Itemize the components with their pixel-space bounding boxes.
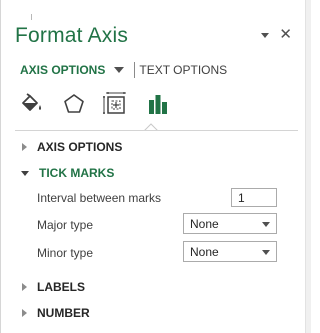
major-type-label: Major type: [37, 218, 94, 232]
effects-button[interactable]: [53, 90, 95, 118]
category-icon-row: [15, 90, 179, 118]
section-number[interactable]: NUMBER: [22, 306, 90, 320]
minor-type-label: Minor type: [37, 246, 94, 260]
divider-line: [31, 14, 32, 20]
pane-title: Format Axis: [15, 24, 129, 47]
tab-text-options[interactable]: TEXT OPTIONS: [139, 63, 227, 77]
divider-line: [15, 130, 298, 131]
tab-axis-options[interactable]: AXIS OPTIONS: [20, 63, 134, 77]
pane-options-chevron-icon[interactable]: [261, 33, 270, 38]
section-labels[interactable]: LABELS: [22, 280, 85, 294]
close-icon[interactable]: ✕: [279, 27, 292, 42]
section-axis-options[interactable]: AXIS OPTIONS: [22, 140, 122, 154]
tab-separator: [134, 62, 136, 78]
axis-options-button[interactable]: [137, 90, 179, 118]
section-label: TICK MARKS: [39, 166, 115, 180]
size-properties-icon: [103, 92, 126, 114]
expand-caret-icon: [22, 143, 27, 151]
expand-caret-icon: [22, 309, 27, 317]
fill-line-button[interactable]: [15, 90, 53, 118]
chevron-down-icon[interactable]: [114, 67, 125, 73]
options-tabs: AXIS OPTIONS TEXT OPTIONS: [20, 62, 227, 78]
major-type-select[interactable]: None: [183, 213, 277, 234]
section-label: LABELS: [37, 280, 85, 294]
bar-chart-icon: [149, 95, 167, 114]
format-axis-pane: Format Axis ✕ AXIS OPTIONS TEXT OPTIONS: [0, 0, 306, 333]
minor-type-select[interactable]: None: [183, 241, 277, 262]
scrollbar[interactable]: [305, 0, 311, 333]
pane-title-actions: ✕: [261, 27, 292, 42]
interval-between-marks-input[interactable]: [231, 188, 277, 207]
major-type-value: None: [190, 217, 219, 231]
chevron-down-icon: [262, 222, 270, 227]
collapse-caret-icon: [21, 170, 29, 176]
expand-caret-icon: [22, 283, 27, 291]
chevron-down-icon: [262, 250, 270, 255]
size-properties-button[interactable]: [95, 90, 137, 118]
section-label: NUMBER: [37, 306, 90, 320]
section-tick-marks[interactable]: TICK MARKS: [21, 166, 115, 180]
interval-between-marks-label: Interval between marks: [37, 191, 162, 205]
minor-type-value: None: [190, 245, 219, 259]
effects-icon: [64, 94, 84, 113]
section-label: AXIS OPTIONS: [37, 140, 123, 154]
fill-line-icon: [22, 93, 41, 111]
tab-axis-options-label: AXIS OPTIONS: [20, 63, 106, 77]
